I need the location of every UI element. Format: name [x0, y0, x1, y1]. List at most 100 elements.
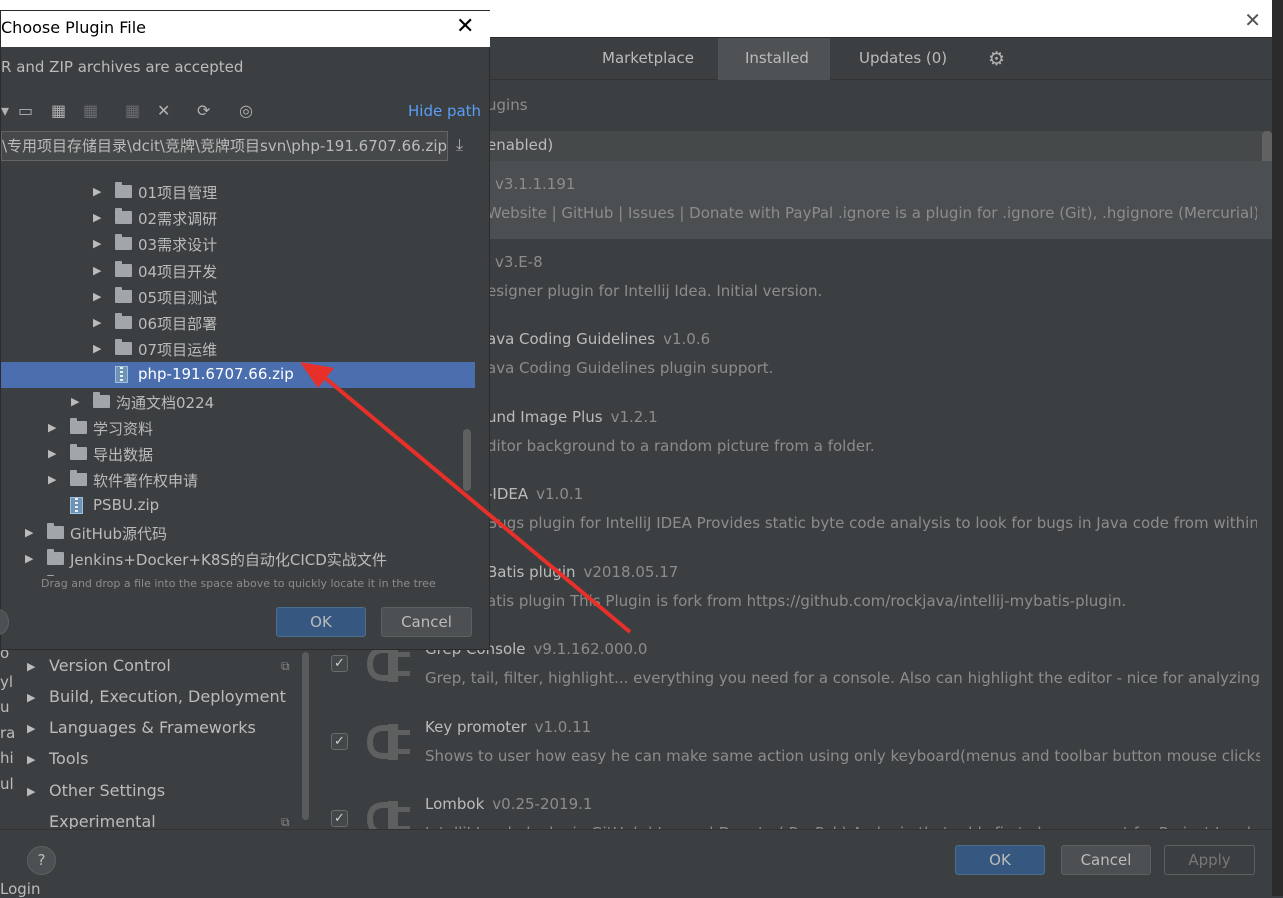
tree-node-label: 02需求调研: [138, 210, 218, 229]
sidebar-scrollbar[interactable]: [302, 652, 309, 820]
new-folder-icon[interactable]: ▦: [125, 101, 140, 120]
tree-file-row[interactable]: PSBU.zip: [1, 493, 475, 519]
chevron-right-icon[interactable]: ▶: [27, 660, 35, 673]
home-icon[interactable]: ▾: [1, 101, 9, 120]
help-button[interactable]: ?: [27, 846, 56, 875]
tree-folder-row[interactable]: ▶ GitHub源代码: [1, 520, 475, 546]
plugin-description: Website | GitHub | Issues | Donate with …: [487, 204, 1257, 222]
plugin-name[interactable]: -IDEA v1.0.1: [487, 485, 583, 503]
plugin-enabled-checkbox[interactable]: ✓: [331, 810, 348, 827]
module-folder-icon[interactable]: ▦: [83, 101, 98, 120]
tree-node-label: 07项目运维: [138, 341, 218, 360]
chevron-right-icon[interactable]: ▶: [27, 785, 35, 798]
plugin-name[interactable]: und Image Plus v1.2.1: [487, 408, 658, 426]
sidebar-item[interactable]: Build, Execution, Deployment: [49, 687, 286, 706]
sidebar-item[interactable]: Other Settings: [49, 781, 165, 800]
expand-arrow-icon[interactable]: ▶: [93, 237, 101, 250]
plugin-name[interactable]: Lombok v0.25-2019.1: [425, 795, 592, 813]
tab-updates[interactable]: Updates (0): [859, 49, 947, 67]
login-label[interactable]: Login: [0, 880, 40, 898]
expand-arrow-icon[interactable]: ▶: [93, 316, 101, 329]
plugin-title: Key promoter: [425, 718, 527, 736]
folder-icon: [93, 391, 110, 408]
settings-ok-button[interactable]: OK: [955, 845, 1045, 875]
tree-folder-row[interactable]: ▶ 学习资料: [1, 415, 475, 441]
dialog-help-button[interactable]: [0, 609, 9, 635]
delete-icon[interactable]: ✕: [157, 101, 170, 120]
folder-icon: [70, 470, 87, 487]
tree-folder-row[interactable]: ▶ 04项目开发: [1, 258, 475, 284]
tree-folder-row[interactable]: ▶ 03需求设计: [1, 231, 475, 257]
tree-node-label: GitHub源代码: [70, 524, 167, 543]
edge-label: hi: [0, 749, 14, 767]
path-input[interactable]: \专用项目存储目录\dcit\竞牌\竞牌项目svn\php-191.6707.6…: [1, 131, 448, 161]
expand-arrow-icon[interactable]: ▶: [25, 552, 33, 565]
download-icon[interactable]: ⤓: [456, 135, 463, 155]
plugin-description: esigner plugin for Intellij Idea. Initia…: [487, 282, 823, 300]
expand-arrow-icon[interactable]: ▶: [48, 447, 56, 460]
enabled-group-label: enabled): [487, 136, 554, 154]
plugin-enabled-checkbox[interactable]: ✓: [331, 655, 348, 672]
tab-installed[interactable]: Installed: [745, 49, 809, 67]
tree-node-label: 软件著作权申请: [93, 472, 199, 491]
sidebar-item[interactable]: Tools: [49, 749, 88, 768]
expand-arrow-icon[interactable]: ▶: [71, 395, 79, 408]
tree-folder-row[interactable]: ▶ 07项目运维: [1, 336, 475, 362]
tree-folder-row[interactable]: ▶ 01项目管理: [1, 179, 475, 205]
dialog-cancel-button[interactable]: Cancel: [381, 607, 472, 637]
sidebar-item[interactable]: Version Control: [49, 656, 171, 675]
project-scope-icon: ⧉: [281, 815, 290, 829]
tree-node-label: 01项目管理: [138, 184, 218, 202]
chevron-right-icon[interactable]: ▶: [27, 691, 35, 704]
plugin-name[interactable]: v3.1.1.191: [487, 175, 575, 193]
chevron-right-icon[interactable]: ▶: [27, 722, 35, 735]
tree-folder-row[interactable]: ▶PythonBlog: [1, 572, 475, 576]
tree-folder-row[interactable]: ▶ 05项目测试: [1, 284, 475, 310]
sidebar-item[interactable]: Languages & Frameworks: [49, 718, 256, 737]
tree-scrollbar[interactable]: [463, 429, 471, 491]
tree-node-label: PythonBlog: [70, 575, 155, 576]
tree-folder-row[interactable]: ▶ 导出数据: [1, 441, 475, 467]
plugin-description: Shows to user how easy he can make same …: [425, 747, 1260, 765]
folder-icon: [115, 260, 132, 277]
expand-arrow-icon[interactable]: ▶: [93, 342, 101, 355]
expand-arrow-icon[interactable]: ▶: [48, 473, 56, 486]
show-hidden-icon[interactable]: ◎: [239, 101, 253, 120]
expand-arrow-icon[interactable]: ▶: [93, 290, 101, 303]
expand-arrow-icon[interactable]: ▶: [25, 526, 33, 539]
plugin-enabled-checkbox[interactable]: ✓: [331, 733, 348, 750]
gear-icon[interactable]: ⚙: [988, 48, 1005, 70]
plugin-version: v1.0.6: [663, 330, 711, 348]
tab-marketplace[interactable]: Marketplace: [602, 49, 694, 67]
chevron-right-icon[interactable]: ▶: [27, 753, 35, 766]
file-tree[interactable]: ▶ 01项目管理 ▶ 02需求调研 ▶ 03需求设计 ▶ 04项目开发 ▶ 05项目测试 ▶ 06项目…: [1, 171, 475, 576]
refresh-icon[interactable]: ⟳: [197, 101, 210, 120]
hide-path-link[interactable]: Hide path: [408, 102, 481, 120]
plugin-name[interactable]: ava Coding Guidelines v1.0.6: [487, 330, 710, 348]
tree-folder-row[interactable]: ▶ Jenkins+Docker+K8S的自动化CICD实战文件: [1, 546, 475, 572]
expand-arrow-icon[interactable]: ▶: [93, 211, 101, 224]
project-folder-icon[interactable]: ▦: [51, 101, 66, 120]
tree-folder-row[interactable]: ▶ 软件著作权申请: [1, 467, 475, 493]
tree-folder-row[interactable]: ▶ 沟通文档0224: [1, 389, 475, 415]
plugin-name[interactable]: Key promoter v1.0.11: [425, 718, 591, 736]
tree-folder-row[interactable]: ▶ 02需求调研: [1, 205, 475, 231]
expand-arrow-icon[interactable]: ▶: [93, 185, 101, 198]
edge-label: ul: [0, 775, 14, 793]
settings-cancel-button[interactable]: Cancel: [1061, 845, 1151, 875]
dialog-close-icon[interactable]: ✕: [456, 14, 474, 39]
expand-arrow-icon[interactable]: ▶: [48, 421, 56, 434]
tree-file-row[interactable]: php-191.6707.66.zip: [1, 362, 475, 389]
settings-apply-button[interactable]: Apply: [1164, 845, 1255, 875]
tree-folder-row[interactable]: ▶ 06项目部署: [1, 310, 475, 336]
plugin-name[interactable]: v3.E-8: [487, 253, 543, 271]
desktop-icon[interactable]: ▭: [18, 101, 33, 120]
tree-node-label: PSBU.zip: [93, 496, 160, 515]
folder-icon: [115, 286, 132, 303]
expand-arrow-icon[interactable]: ▶: [93, 264, 101, 277]
plugin-version: v9.1.162.000.0: [533, 640, 648, 658]
settings-close-icon[interactable]: ✕: [1244, 8, 1261, 32]
plugin-name[interactable]: Batis plugin v2018.05.17: [487, 563, 678, 581]
zip-archive-icon: [70, 497, 83, 515]
dialog-ok-button[interactable]: OK: [276, 607, 366, 637]
